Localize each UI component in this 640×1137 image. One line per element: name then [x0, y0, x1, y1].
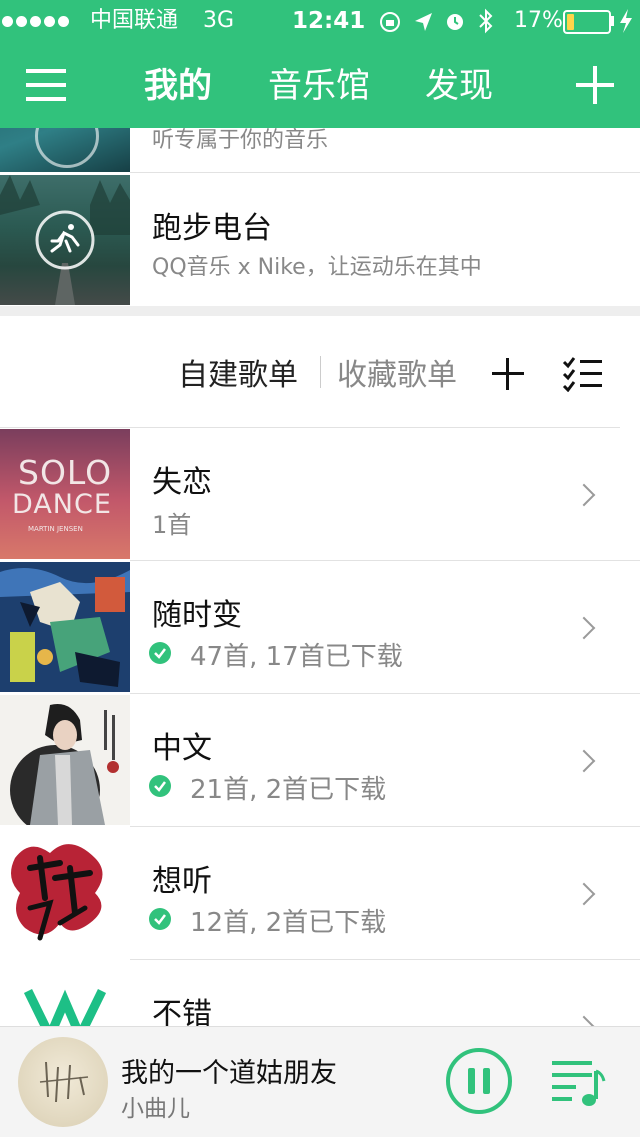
bluetooth-icon: [479, 8, 493, 34]
pause-icon[interactable]: [446, 1048, 512, 1114]
playlist-row[interactable]: SOLO DANCE MARTIN JENSEN 失恋 1首: [0, 429, 640, 559]
playlist-count: 1首: [152, 511, 192, 539]
signal-strength-icon: [2, 6, 72, 36]
playlist-row[interactable]: 中文 21首, 2首已下载: [0, 695, 640, 825]
playlist-title: 中文: [152, 731, 212, 766]
chevron-right-icon: [572, 1015, 596, 1026]
now-playing-artist: 小曲儿: [121, 1096, 190, 1122]
radio-subtitle: 听专属于你的音乐: [152, 128, 329, 153]
downloaded-check-icon: [149, 908, 171, 930]
top-bar: 中国联通 3G 12:41 17% 我的 音乐馆 发现: [0, 0, 640, 128]
running-radio-row[interactable]: 跑步电台 QQ音乐 x Nike，让运动乐在其中: [0, 175, 640, 305]
chevron-right-icon: [572, 882, 596, 906]
alarm-icon: [447, 14, 463, 30]
playlist-row[interactable]: 不错: [0, 961, 640, 1026]
playlist-count: 12首, 2首已下载: [190, 908, 387, 938]
clock: 12:41: [292, 8, 366, 34]
downloaded-check-icon: [149, 642, 171, 664]
divider: [130, 560, 640, 561]
carrier-label: 中国联通: [90, 8, 179, 33]
playlist-row[interactable]: 想听 12首, 2首已下载: [0, 828, 640, 958]
playlist-cover: [0, 961, 130, 1026]
charging-bolt-icon: [620, 9, 632, 33]
playlist-cover: [0, 695, 130, 825]
radio-row-partial[interactable]: 听专属于你的音乐: [0, 128, 640, 172]
section-gap: [0, 306, 640, 316]
playlist-queue-icon[interactable]: [550, 1057, 606, 1109]
divider: [130, 172, 640, 173]
tab-music-hall[interactable]: 音乐馆: [268, 62, 370, 110]
battery-icon: [563, 10, 611, 34]
divider: [130, 959, 640, 960]
running-radio-title: 跑步电台: [152, 211, 272, 246]
tab-created-playlists[interactable]: 自建歌单: [178, 350, 298, 394]
tab-discover[interactable]: 发现: [425, 62, 493, 110]
plus-icon[interactable]: [576, 66, 614, 104]
divider: [130, 826, 640, 827]
playlist-title: 不错: [152, 997, 212, 1026]
now-playing-title: 我的一个道姑朋友: [121, 1058, 337, 1089]
running-radio-subtitle: QQ音乐 x Nike，让运动乐在其中: [152, 255, 482, 280]
playlist-count: 21首, 2首已下载: [190, 775, 387, 805]
playlist-cover: [0, 562, 130, 692]
menu-icon[interactable]: [26, 66, 66, 106]
playlist-count: 47首, 17首已下载: [190, 642, 403, 672]
radio-cover: [0, 128, 130, 172]
rotation-lock-icon: [380, 12, 400, 32]
battery-percent: 17%: [514, 8, 563, 33]
network-label: 3G: [203, 8, 235, 33]
divider: [130, 693, 640, 694]
playlist-row[interactable]: 随时变 47首, 17首已下载: [0, 562, 640, 692]
location-icon: [415, 13, 432, 31]
tab-mine[interactable]: 我的: [144, 62, 212, 110]
tab-separator: [320, 356, 321, 388]
add-playlist-icon[interactable]: [492, 358, 524, 390]
playlist-cover: [0, 828, 130, 958]
cover-text-solo: SOLO: [18, 453, 113, 492]
running-radio-cover: [0, 175, 130, 305]
chevron-right-icon: [572, 616, 596, 640]
tab-collected-playlists[interactable]: 收藏歌单: [337, 350, 457, 394]
chevron-right-icon: [572, 749, 596, 773]
playlist-title: 失恋: [152, 465, 212, 500]
mini-player[interactable]: 我的一个道姑朋友 小曲儿: [0, 1026, 640, 1137]
batch-manage-icon[interactable]: [562, 354, 604, 392]
playlist-title: 想听: [152, 864, 212, 899]
playlist-title: 随时变: [152, 598, 242, 633]
cover-text-artist: MARTIN JENSEN: [28, 525, 83, 533]
downloaded-check-icon: [149, 775, 171, 797]
divider: [0, 427, 620, 428]
now-playing-cover[interactable]: [18, 1037, 108, 1127]
playlist-cover: SOLO DANCE MARTIN JENSEN: [0, 429, 130, 559]
chevron-right-icon: [572, 483, 596, 507]
cover-text-dance: DANCE: [12, 489, 112, 520]
